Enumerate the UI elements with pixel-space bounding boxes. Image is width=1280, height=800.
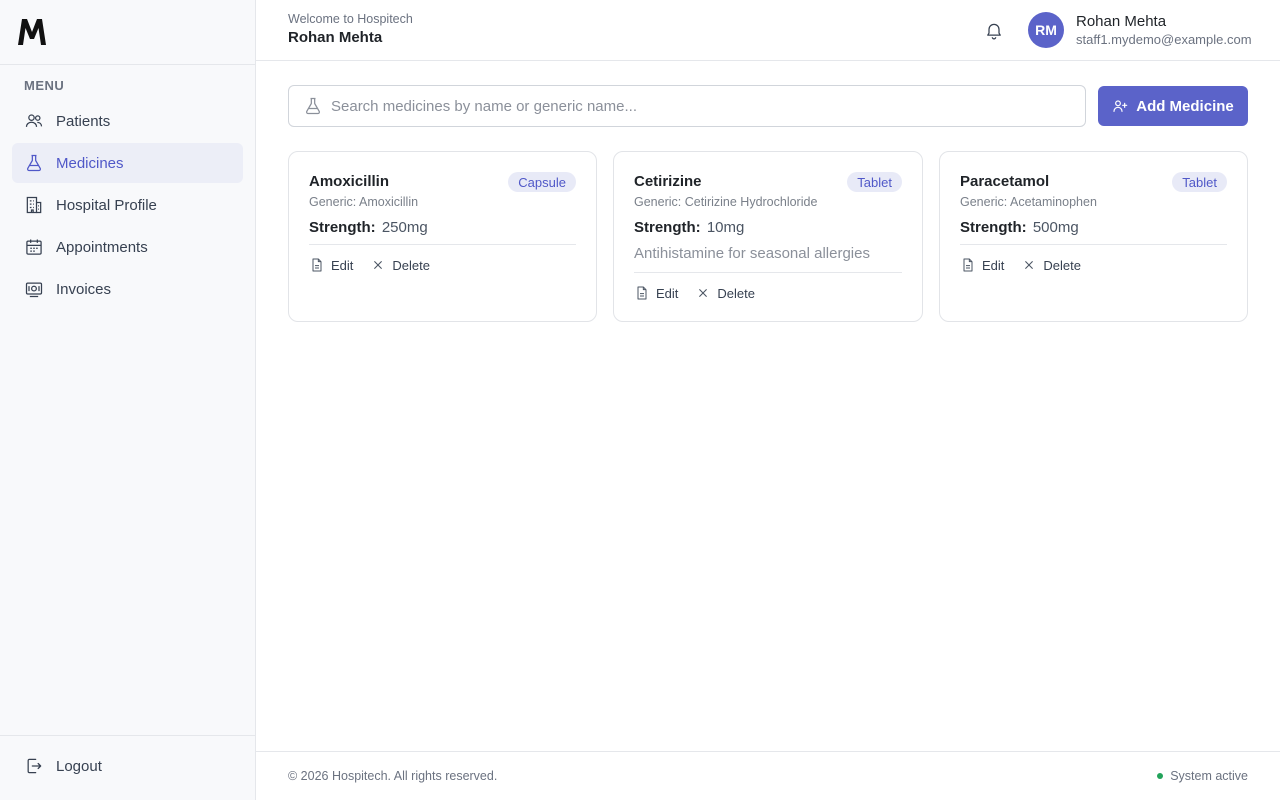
page-footer: © 2026 Hospitech. All rights reserved. S… <box>256 751 1280 800</box>
medicine-card: Cetirizine Tablet Generic: Cetirizine Hy… <box>613 151 923 322</box>
logout-label: Logout <box>56 757 102 775</box>
top-header: Welcome to Hospitech Rohan Mehta RM Roha… <box>256 0 1280 61</box>
calendar-icon <box>24 237 44 257</box>
menu-heading: MENU <box>24 78 65 93</box>
add-user-icon <box>1113 100 1128 112</box>
card-actions: Edit Delete <box>960 257 1081 273</box>
close-icon <box>1025 261 1034 269</box>
edit-button[interactable]: Edit <box>634 285 678 301</box>
form-badge: Tablet <box>1172 172 1227 192</box>
card-actions: Edit Delete <box>309 257 430 273</box>
document-icon <box>312 258 322 272</box>
medicine-card: Paracetamol Tablet Generic: Acetaminophe… <box>939 151 1248 322</box>
building-icon <box>24 195 44 215</box>
generic-name: Generic: Amoxicillin <box>309 195 419 209</box>
card-actions: Edit Delete <box>634 285 755 301</box>
logo[interactable] <box>16 17 48 47</box>
delete-label: Delete <box>717 285 755 301</box>
sidebar-item-appointments[interactable]: Appointments <box>12 227 243 267</box>
divider <box>634 272 902 273</box>
strength-label: Strength: <box>960 219 1027 236</box>
divider <box>960 244 1227 245</box>
search-box <box>288 85 1086 127</box>
sidebar-item-label: Hospital Profile <box>56 196 157 214</box>
divider <box>309 244 576 245</box>
user-name: Rohan Mehta <box>1076 13 1167 30</box>
document-icon <box>637 286 647 300</box>
sidebar-item-label: Patients <box>56 112 111 130</box>
search-input[interactable] <box>331 97 1071 115</box>
users-icon <box>24 111 44 131</box>
status-text: System active <box>1170 769 1248 783</box>
logo-area <box>0 0 255 65</box>
sidebar-footer: Logout <box>0 735 255 800</box>
sidebar-item-medicines[interactable]: Medicines <box>12 143 243 183</box>
delete-button[interactable]: Delete <box>370 257 430 273</box>
avatar[interactable]: RM <box>1028 12 1064 48</box>
logout-button[interactable]: Logout <box>24 756 102 776</box>
copyright-text: © 2026 Hospitech. All rights reserved. <box>288 769 498 783</box>
document-icon <box>963 258 973 272</box>
delete-button[interactable]: Delete <box>1021 257 1081 273</box>
strength-value: 250mg <box>381 219 428 236</box>
medicine-description: Antihistamine for seasonal allergies <box>634 245 870 262</box>
strength-label: Strength: <box>309 219 376 236</box>
form-badge: Tablet <box>847 172 902 192</box>
edit-label: Edit <box>331 257 354 273</box>
generic-name: Generic: Cetirizine Hydrochloride <box>634 195 818 209</box>
close-icon <box>374 261 383 269</box>
form-badge: Capsule <box>508 172 576 192</box>
system-status: System active <box>1157 769 1248 783</box>
strength-value: 500mg <box>1032 219 1079 236</box>
page-title: Rohan Mehta <box>288 29 383 46</box>
strength-label: Strength: <box>634 219 701 236</box>
strength: Strength: 250mg <box>309 219 428 236</box>
flask-icon <box>305 97 321 115</box>
edit-button[interactable]: Edit <box>309 257 353 273</box>
strength-value: 10mg <box>706 219 745 236</box>
notifications-button[interactable] <box>982 19 1006 43</box>
logout-icon <box>27 758 42 774</box>
edit-label: Edit <box>656 285 679 301</box>
close-icon <box>699 289 708 297</box>
edit-button[interactable]: Edit <box>960 257 1004 273</box>
medicine-name: Paracetamol <box>960 173 1050 190</box>
strength: Strength: 10mg <box>634 219 744 236</box>
sidebar: MENU Patients Medicines Hospital Profile… <box>0 0 256 800</box>
sidebar-item-label: Appointments <box>56 238 148 256</box>
status-dot-icon <box>1157 773 1164 779</box>
sidebar-nav: Patients Medicines Hospital Profile Appo… <box>12 101 243 311</box>
welcome-text: Welcome to Hospitech <box>288 12 413 26</box>
sidebar-item-patients[interactable]: Patients <box>12 101 243 141</box>
sidebar-item-hospital-profile[interactable]: Hospital Profile <box>12 185 243 225</box>
sidebar-item-invoices[interactable]: Invoices <box>12 269 243 309</box>
edit-label: Edit <box>982 257 1005 273</box>
delete-label: Delete <box>392 257 430 273</box>
delete-button[interactable]: Delete <box>695 285 755 301</box>
strength: Strength: 500mg <box>960 219 1079 236</box>
generic-name: Generic: Acetaminophen <box>960 195 1097 209</box>
sidebar-item-label: Invoices <box>56 280 112 298</box>
flask-icon <box>24 153 44 173</box>
add-medicine-label: Add Medicine <box>1136 97 1234 115</box>
medicine-name: Cetirizine <box>634 173 702 190</box>
receipt-icon <box>24 279 44 299</box>
add-medicine-button[interactable]: Add Medicine <box>1098 86 1248 126</box>
medicine-card: Amoxicillin Capsule Generic: Amoxicillin… <box>288 151 597 322</box>
bell-icon <box>987 23 1001 40</box>
sidebar-item-label: Medicines <box>56 154 124 172</box>
delete-label: Delete <box>1043 257 1081 273</box>
user-email: staff1.mydemo@example.com <box>1076 32 1252 47</box>
medicine-name: Amoxicillin <box>309 173 390 190</box>
